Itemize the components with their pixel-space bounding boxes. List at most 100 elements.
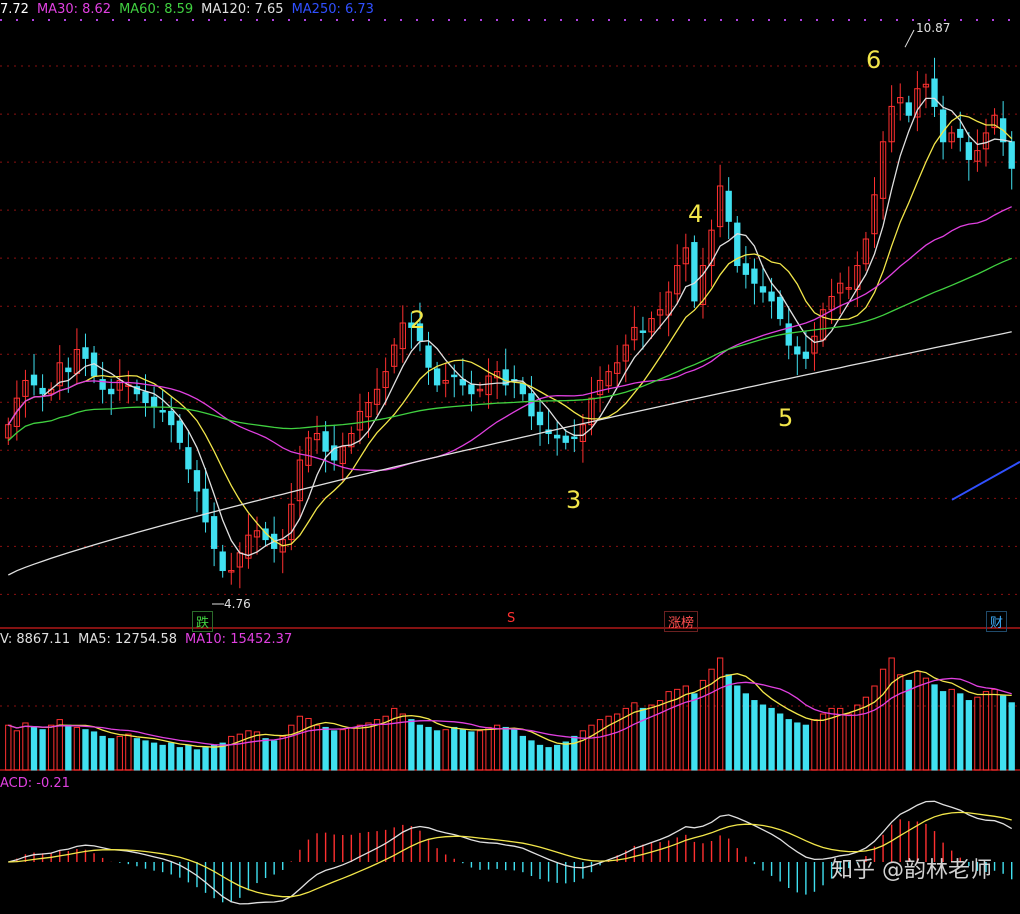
volume-bar <box>811 719 818 771</box>
volume-bar <box>768 707 775 771</box>
high-pointer <box>904 29 915 48</box>
volume-bar <box>99 735 106 771</box>
volume-bar <box>253 731 261 771</box>
stock-chart: 7.72 MA30: 8.62 MA60: 8.59 MA120: 7.65 MA250… <box>0 0 1020 910</box>
volume-bar <box>845 713 852 771</box>
macd-indicator-header: ACD: -0.21 <box>0 776 78 791</box>
volume-bar <box>991 688 998 771</box>
candle-body <box>322 431 329 452</box>
candle-body <box>725 190 732 222</box>
volume-ma5-line <box>8 670 1012 748</box>
high-price-label: 10.87 <box>916 21 951 35</box>
volume-bar <box>373 719 381 771</box>
volume-bar <box>545 747 552 771</box>
candle-body <box>425 345 432 368</box>
volume-bar <box>665 691 672 771</box>
candle-body <box>433 368 441 386</box>
volume-bar <box>416 724 424 771</box>
volume-bar <box>245 730 252 771</box>
candle-body <box>519 383 527 395</box>
volume-bar <box>193 749 201 771</box>
volume-bar <box>142 740 149 771</box>
volume-bar <box>528 740 535 771</box>
volume-bar <box>339 729 346 771</box>
volume-bar <box>348 726 355 771</box>
volume-bar <box>22 722 29 771</box>
volume-header-item-2: MA10: 15452.37 <box>185 632 293 647</box>
candle-body <box>751 268 758 284</box>
volume-bar <box>270 740 278 771</box>
candle-body <box>957 128 964 138</box>
volume-bar <box>468 731 475 771</box>
volume-bar <box>931 684 938 771</box>
ma120-line <box>8 331 1012 576</box>
candle-body <box>65 367 72 373</box>
volume-bar <box>794 722 801 771</box>
volume-bar <box>656 700 664 771</box>
ma250-line <box>951 460 1020 501</box>
candle-body <box>554 434 561 439</box>
volume-bar <box>365 722 372 771</box>
volume-bar <box>39 729 46 771</box>
volume-bar <box>125 733 132 771</box>
volume-bar <box>897 674 904 771</box>
volume-bar <box>879 668 887 771</box>
volume-indicator-header: V: 8867.11 MA5: 12754.58 MA10: 15452.37 <box>0 632 300 647</box>
volume-bar <box>279 735 286 771</box>
volume-bar <box>133 738 141 771</box>
volume-bar <box>965 700 972 771</box>
volume-bar <box>674 688 681 771</box>
price-header-item-1: MA30: 8.62 <box>36 2 112 17</box>
volume-bar <box>819 713 827 771</box>
candle-body <box>536 411 544 426</box>
volume-bar <box>536 744 544 771</box>
volume-header-item-1: MA5: 12754.58 <box>78 632 178 647</box>
volume-bar <box>56 719 63 771</box>
volume-bar <box>322 726 329 771</box>
price-header-item-0: 7.72 <box>0 2 29 17</box>
volume-bar <box>73 726 81 771</box>
wave-label-6: 6 <box>866 46 882 74</box>
volume-bar <box>699 679 707 771</box>
wave-label-4: 4 <box>688 200 704 228</box>
candle-body <box>39 387 46 395</box>
candle-body <box>108 388 115 395</box>
candle-body <box>159 410 166 413</box>
candle-body <box>1008 141 1015 169</box>
volume-bar <box>442 729 449 771</box>
candle-body <box>802 351 810 359</box>
volume-bar <box>82 729 89 771</box>
volume-bar <box>759 704 767 771</box>
volume-bar <box>451 726 458 771</box>
volume-bar <box>108 738 115 771</box>
volume-bar <box>90 731 98 771</box>
volume-bar <box>65 724 72 771</box>
candle-body <box>571 436 578 440</box>
volume-bar <box>459 729 466 771</box>
volume-bar <box>185 744 192 771</box>
volume-bar <box>571 735 578 771</box>
volume-bar <box>734 685 741 771</box>
volume-bar <box>168 742 175 771</box>
volume-bar <box>262 738 269 771</box>
volume-bar <box>776 713 784 771</box>
candle-body <box>639 330 647 333</box>
candle-body <box>931 78 938 107</box>
volume-bar <box>219 742 226 771</box>
volume-bar <box>974 696 981 771</box>
volume-bar <box>493 724 501 771</box>
watermark: 知乎 @韵林老师 <box>831 858 992 883</box>
volume-bar <box>691 693 698 771</box>
volume-bar <box>802 724 810 771</box>
candle-body <box>562 435 569 443</box>
volume-bar <box>588 724 595 771</box>
volume-bar <box>30 726 38 771</box>
candle-body <box>691 242 698 302</box>
tag-s: S <box>507 611 516 626</box>
volume-bar <box>999 695 1007 771</box>
volume-bar <box>596 719 604 771</box>
low-price-label: 4.76 <box>224 597 251 611</box>
ma10-line <box>7 114 1013 547</box>
volume-bar <box>202 747 209 771</box>
candle-body <box>210 516 218 549</box>
